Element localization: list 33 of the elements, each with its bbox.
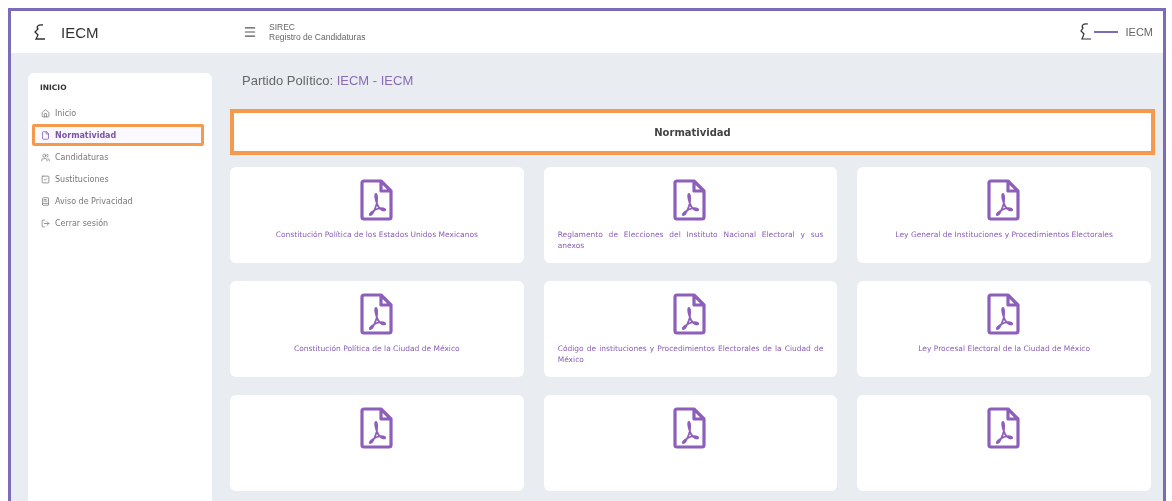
sidebar-item[interactable]: Normatividad	[32, 124, 204, 146]
file-icon	[41, 130, 50, 140]
pdf-file-icon	[987, 407, 1022, 449]
sidebar-item[interactable]: Candidaturas	[32, 146, 204, 168]
book-icon	[41, 196, 50, 206]
sidebar-item[interactable]: Inicio	[32, 102, 204, 124]
brand-name: IECM	[61, 23, 99, 41]
sidebar-item[interactable]: Sustituciones	[32, 168, 204, 190]
document-card[interactable]	[857, 395, 1151, 491]
checkbox-icon	[41, 174, 50, 184]
system-name: SIREC	[269, 21, 296, 32]
menu-icon[interactable]	[243, 25, 257, 39]
users-icon	[41, 152, 50, 162]
pdf-file-icon	[987, 179, 1022, 221]
pdf-file-icon	[987, 293, 1022, 335]
pdf-file-icon	[673, 293, 708, 335]
pdf-file-icon	[359, 293, 394, 335]
pdf-file-icon	[359, 179, 394, 221]
home-icon	[41, 108, 50, 118]
pdf-file-icon	[673, 407, 708, 449]
pdf-file-icon	[359, 407, 394, 449]
document-card[interactable]	[230, 395, 524, 491]
system-subtitle: Registro de Candidaturas	[269, 32, 366, 43]
sidebar-item[interactable]: Aviso de Privacidad	[32, 190, 204, 212]
logout-icon	[41, 218, 50, 228]
sidebar-item[interactable]: Cerrar sesión	[32, 212, 204, 234]
logo-icon	[33, 23, 47, 41]
section-header: Normatividad	[230, 109, 1155, 155]
institution-label: IECM	[1125, 26, 1153, 38]
document-card[interactable]	[543, 395, 838, 491]
pdf-file-icon	[673, 179, 708, 221]
party-title: Partido Político: IECM - IECM	[242, 73, 415, 90]
institution-logo-icon	[1079, 22, 1120, 42]
